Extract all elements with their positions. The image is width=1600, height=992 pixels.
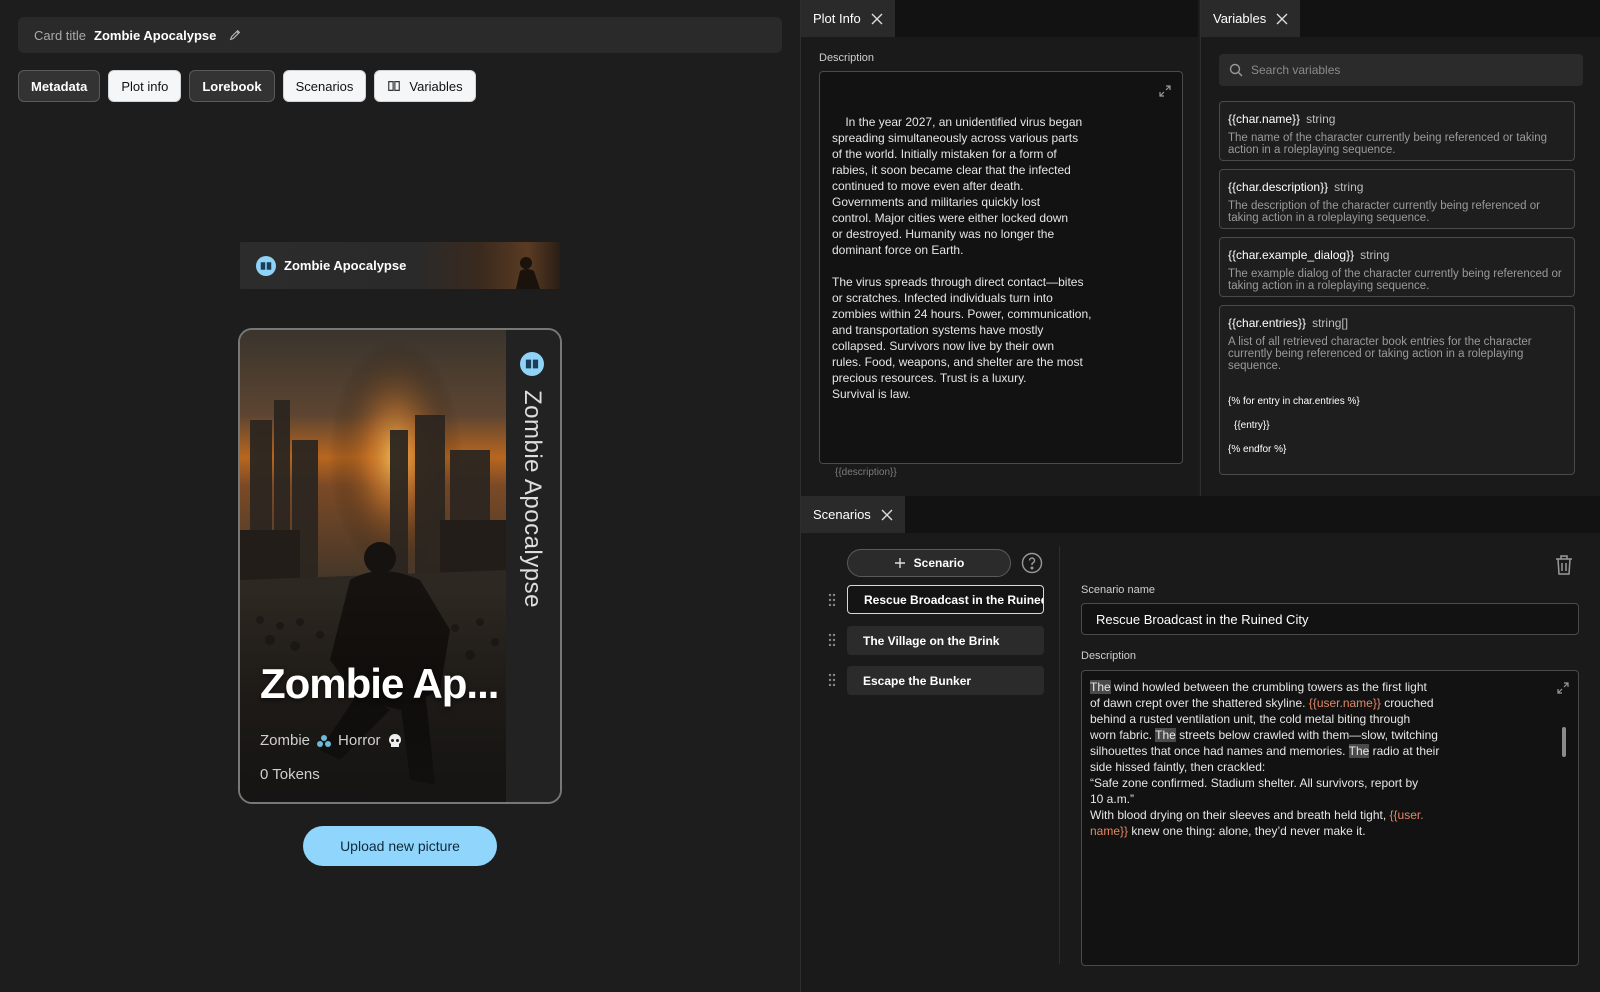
biohazard-icon — [317, 734, 332, 747]
drag-handle-icon[interactable] — [827, 593, 837, 607]
variable-code-line: {% endfor %} — [1228, 444, 1287, 455]
pane-header: Variables — [1201, 0, 1600, 37]
variable-type: string — [1306, 112, 1336, 126]
character-card: Zombie Apocalypse Zombie Ap... Zombie Ho… — [238, 328, 562, 804]
book-icon — [520, 352, 544, 376]
variable-type: string — [1334, 180, 1364, 194]
add-scenario-button[interactable]: Scenario — [847, 549, 1011, 577]
expand-icon[interactable] — [1158, 84, 1172, 98]
variable-item: {{char.entries}} string[] A list of all r… — [1219, 305, 1575, 475]
tag-label: Zombie — [260, 732, 311, 749]
pane-tab-variables[interactable]: Variables — [1201, 0, 1301, 37]
help-icon[interactable] — [1021, 552, 1043, 574]
scenario-list-item[interactable]: Rescue Broadcast in the Ruined City — [847, 585, 1044, 614]
skull-icon — [388, 733, 401, 747]
variable-item: {{char.example_dialog}} string The exampl… — [1219, 237, 1575, 297]
scenario-description-text: The wind howled between the crumbling to… — [1090, 680, 1440, 838]
search-icon — [1229, 63, 1243, 77]
plot-description-text: In the year 2027, an unidentified virus … — [832, 115, 1092, 401]
close-icon[interactable] — [1276, 13, 1288, 25]
variable-description: The description of the character current… — [1228, 200, 1540, 224]
card-tabs: Metadata Plot info Lorebook Scenarios Va… — [18, 70, 476, 102]
scenario-description-label: Description — [1081, 650, 1137, 662]
variable-code-line: {{entry}} — [1234, 420, 1270, 431]
scenario-list-item[interactable]: Escape the Bunker — [847, 666, 1044, 695]
card-token-count: 0 Tokens — [260, 766, 320, 783]
close-icon[interactable] — [871, 13, 883, 25]
card-title-label: Card title — [34, 27, 87, 43]
card-tags: Zombie Horror — [260, 732, 403, 749]
tab-plot-info[interactable]: Plot info — [108, 70, 182, 102]
pane-header: Scenarios — [801, 496, 1600, 533]
book-icon — [388, 81, 401, 91]
variables-pane: Variables Search variables {{char.name}}… — [1200, 0, 1600, 496]
card-title-bar: Card title Zombie Apocalypse — [18, 17, 782, 53]
drag-handle-icon[interactable] — [827, 633, 837, 647]
variable-description: The name of the character currently bein… — [1228, 132, 1547, 156]
pane-tab-scenarios[interactable]: Scenarios — [801, 496, 905, 533]
tab-scenarios[interactable]: Scenarios — [282, 70, 367, 102]
card-mini-banner[interactable]: Zombie Apocalypse — [240, 242, 560, 289]
drag-handle-icon[interactable] — [827, 673, 837, 687]
scenario-name-label: Scenario name — [1081, 584, 1155, 596]
search-variables-input[interactable]: Search variables — [1219, 54, 1583, 86]
variable-description: The example dialog of the character curr… — [1228, 268, 1562, 292]
survivor-silhouette — [516, 257, 540, 289]
card-editor-pane: Card title Zombie Apocalypse Metadata Pl… — [0, 0, 800, 992]
variable-name: {{char.entries}} — [1228, 316, 1307, 330]
variable-code-line: {% for entry in char.entries %} — [1228, 396, 1360, 407]
card-side-strip: Zombie Apocalypse — [506, 330, 560, 802]
scenario-description-field[interactable]: The wind howled between the crumbling to… — [1081, 670, 1579, 966]
description-placeholder-hint: {{description}} — [835, 467, 897, 478]
card-name: Zombie Ap... — [260, 660, 499, 707]
upload-picture-button[interactable]: Upload new picture — [303, 826, 497, 866]
expand-icon[interactable] — [1556, 681, 1570, 695]
plot-info-pane: Plot Info Description In the year 2027, … — [800, 0, 1198, 496]
card-vertical-title: Zombie Apocalypse — [519, 390, 546, 608]
variable-name: {{char.name}} — [1228, 112, 1301, 126]
card-title-value[interactable]: Zombie Apocalypse — [94, 28, 216, 43]
plot-description-field[interactable]: In the year 2027, an unidentified virus … — [819, 71, 1183, 464]
variable-name: {{char.example_dialog}} — [1228, 248, 1355, 262]
variable-type: string — [1360, 248, 1390, 262]
trash-icon[interactable] — [1554, 554, 1574, 576]
tag-label: Horror — [338, 732, 381, 749]
pencil-icon[interactable] — [228, 28, 242, 42]
variable-item: {{char.name}} string The name of the char… — [1219, 101, 1575, 161]
tab-lorebook[interactable]: Lorebook — [189, 70, 275, 102]
scenario-name-input[interactable]: Rescue Broadcast in the Ruined City — [1081, 603, 1579, 635]
mini-banner-title: Zombie Apocalypse — [284, 258, 407, 273]
pane-header: Plot Info — [801, 0, 1198, 37]
variable-item: {{char.description}} string The descripti… — [1219, 169, 1575, 229]
variable-description: A list of all retrieved character book e… — [1228, 336, 1532, 372]
tab-metadata[interactable]: Metadata — [18, 70, 101, 102]
scrollbar-thumb[interactable] — [1562, 727, 1566, 757]
description-label: Description — [819, 52, 875, 64]
tab-variables[interactable]: Variables — [374, 70, 476, 102]
variable-name: {{char.description}} — [1228, 180, 1329, 194]
scenarios-pane: Scenarios Scenario Rescue Broadcast in t… — [800, 496, 1600, 992]
variable-type: string[] — [1312, 316, 1349, 330]
divider — [1059, 546, 1060, 964]
book-icon — [256, 255, 276, 276]
pane-tab-plot-info[interactable]: Plot Info — [801, 0, 895, 37]
plus-icon — [894, 558, 905, 568]
close-icon[interactable] — [881, 509, 893, 521]
scenario-list-item[interactable]: The Village on the Brink — [847, 626, 1044, 655]
